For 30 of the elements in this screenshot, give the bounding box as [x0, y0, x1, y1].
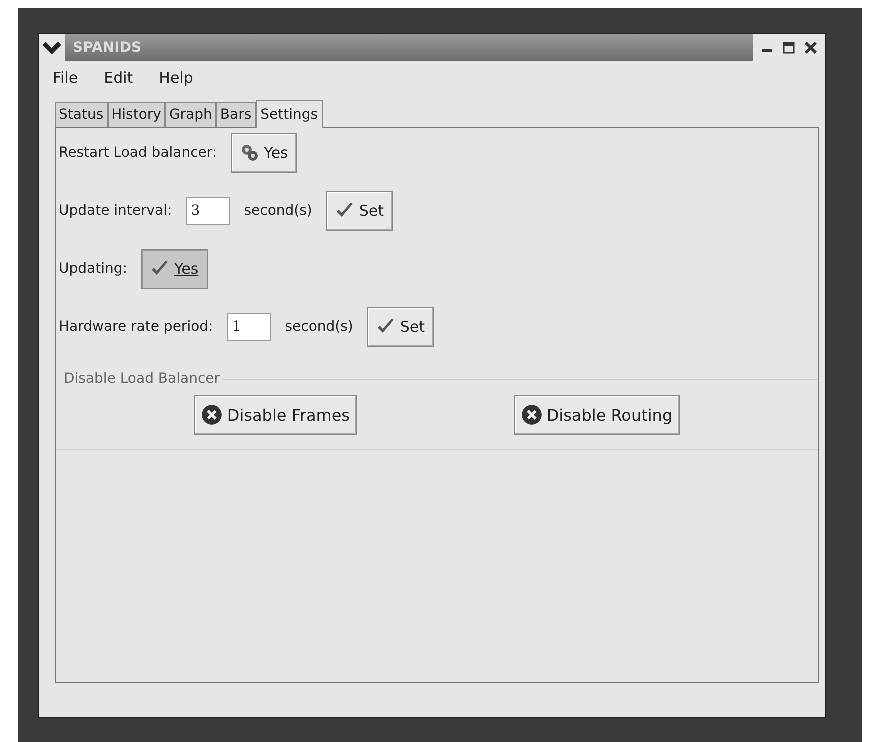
- menu-item[interactable]: Help: [157, 67, 196, 89]
- menu-item[interactable]: Edit: [102, 67, 136, 89]
- setting-label: Hardware rate period:: [59, 319, 214, 335]
- yes-button[interactable]: Yes: [231, 133, 298, 173]
- setting-label: Update interval:: [59, 203, 172, 219]
- close-icon[interactable]: [803, 40, 819, 56]
- unit-label: second(s): [244, 203, 312, 219]
- yes-button[interactable]: Yes: [141, 249, 208, 289]
- setting-label: Updating:: [59, 261, 128, 277]
- input-field[interactable]: 3: [186, 197, 230, 225]
- unit-label: second(s): [285, 319, 354, 335]
- maximize-icon[interactable]: [781, 40, 797, 56]
- chevron-icon[interactable]: [39, 34, 65, 61]
- set-button[interactable]: Set: [326, 191, 394, 231]
- setting-label: Restart Load balancer:: [59, 145, 218, 161]
- disable-button[interactable]: Disable Routing: [514, 395, 680, 435]
- set-button[interactable]: Set: [367, 307, 434, 347]
- input-field[interactable]: 1: [227, 313, 272, 341]
- window-title: SPANIDS: [72, 40, 143, 56]
- tab[interactable]: Status: [55, 102, 108, 127]
- tab[interactable]: Graph: [165, 102, 216, 127]
- group-title: Disable Load Balancer: [64, 371, 220, 387]
- tab[interactable]: Bars: [216, 102, 256, 127]
- menu-item[interactable]: File: [51, 67, 80, 89]
- tab[interactable]: History: [108, 102, 166, 127]
- cancel-icon: [520, 404, 543, 426]
- cancel-icon: [201, 404, 224, 426]
- gears-icon: [240, 143, 260, 163]
- disable-button[interactable]: Disable Frames: [194, 395, 358, 435]
- tab[interactable]: Settings: [256, 100, 324, 128]
